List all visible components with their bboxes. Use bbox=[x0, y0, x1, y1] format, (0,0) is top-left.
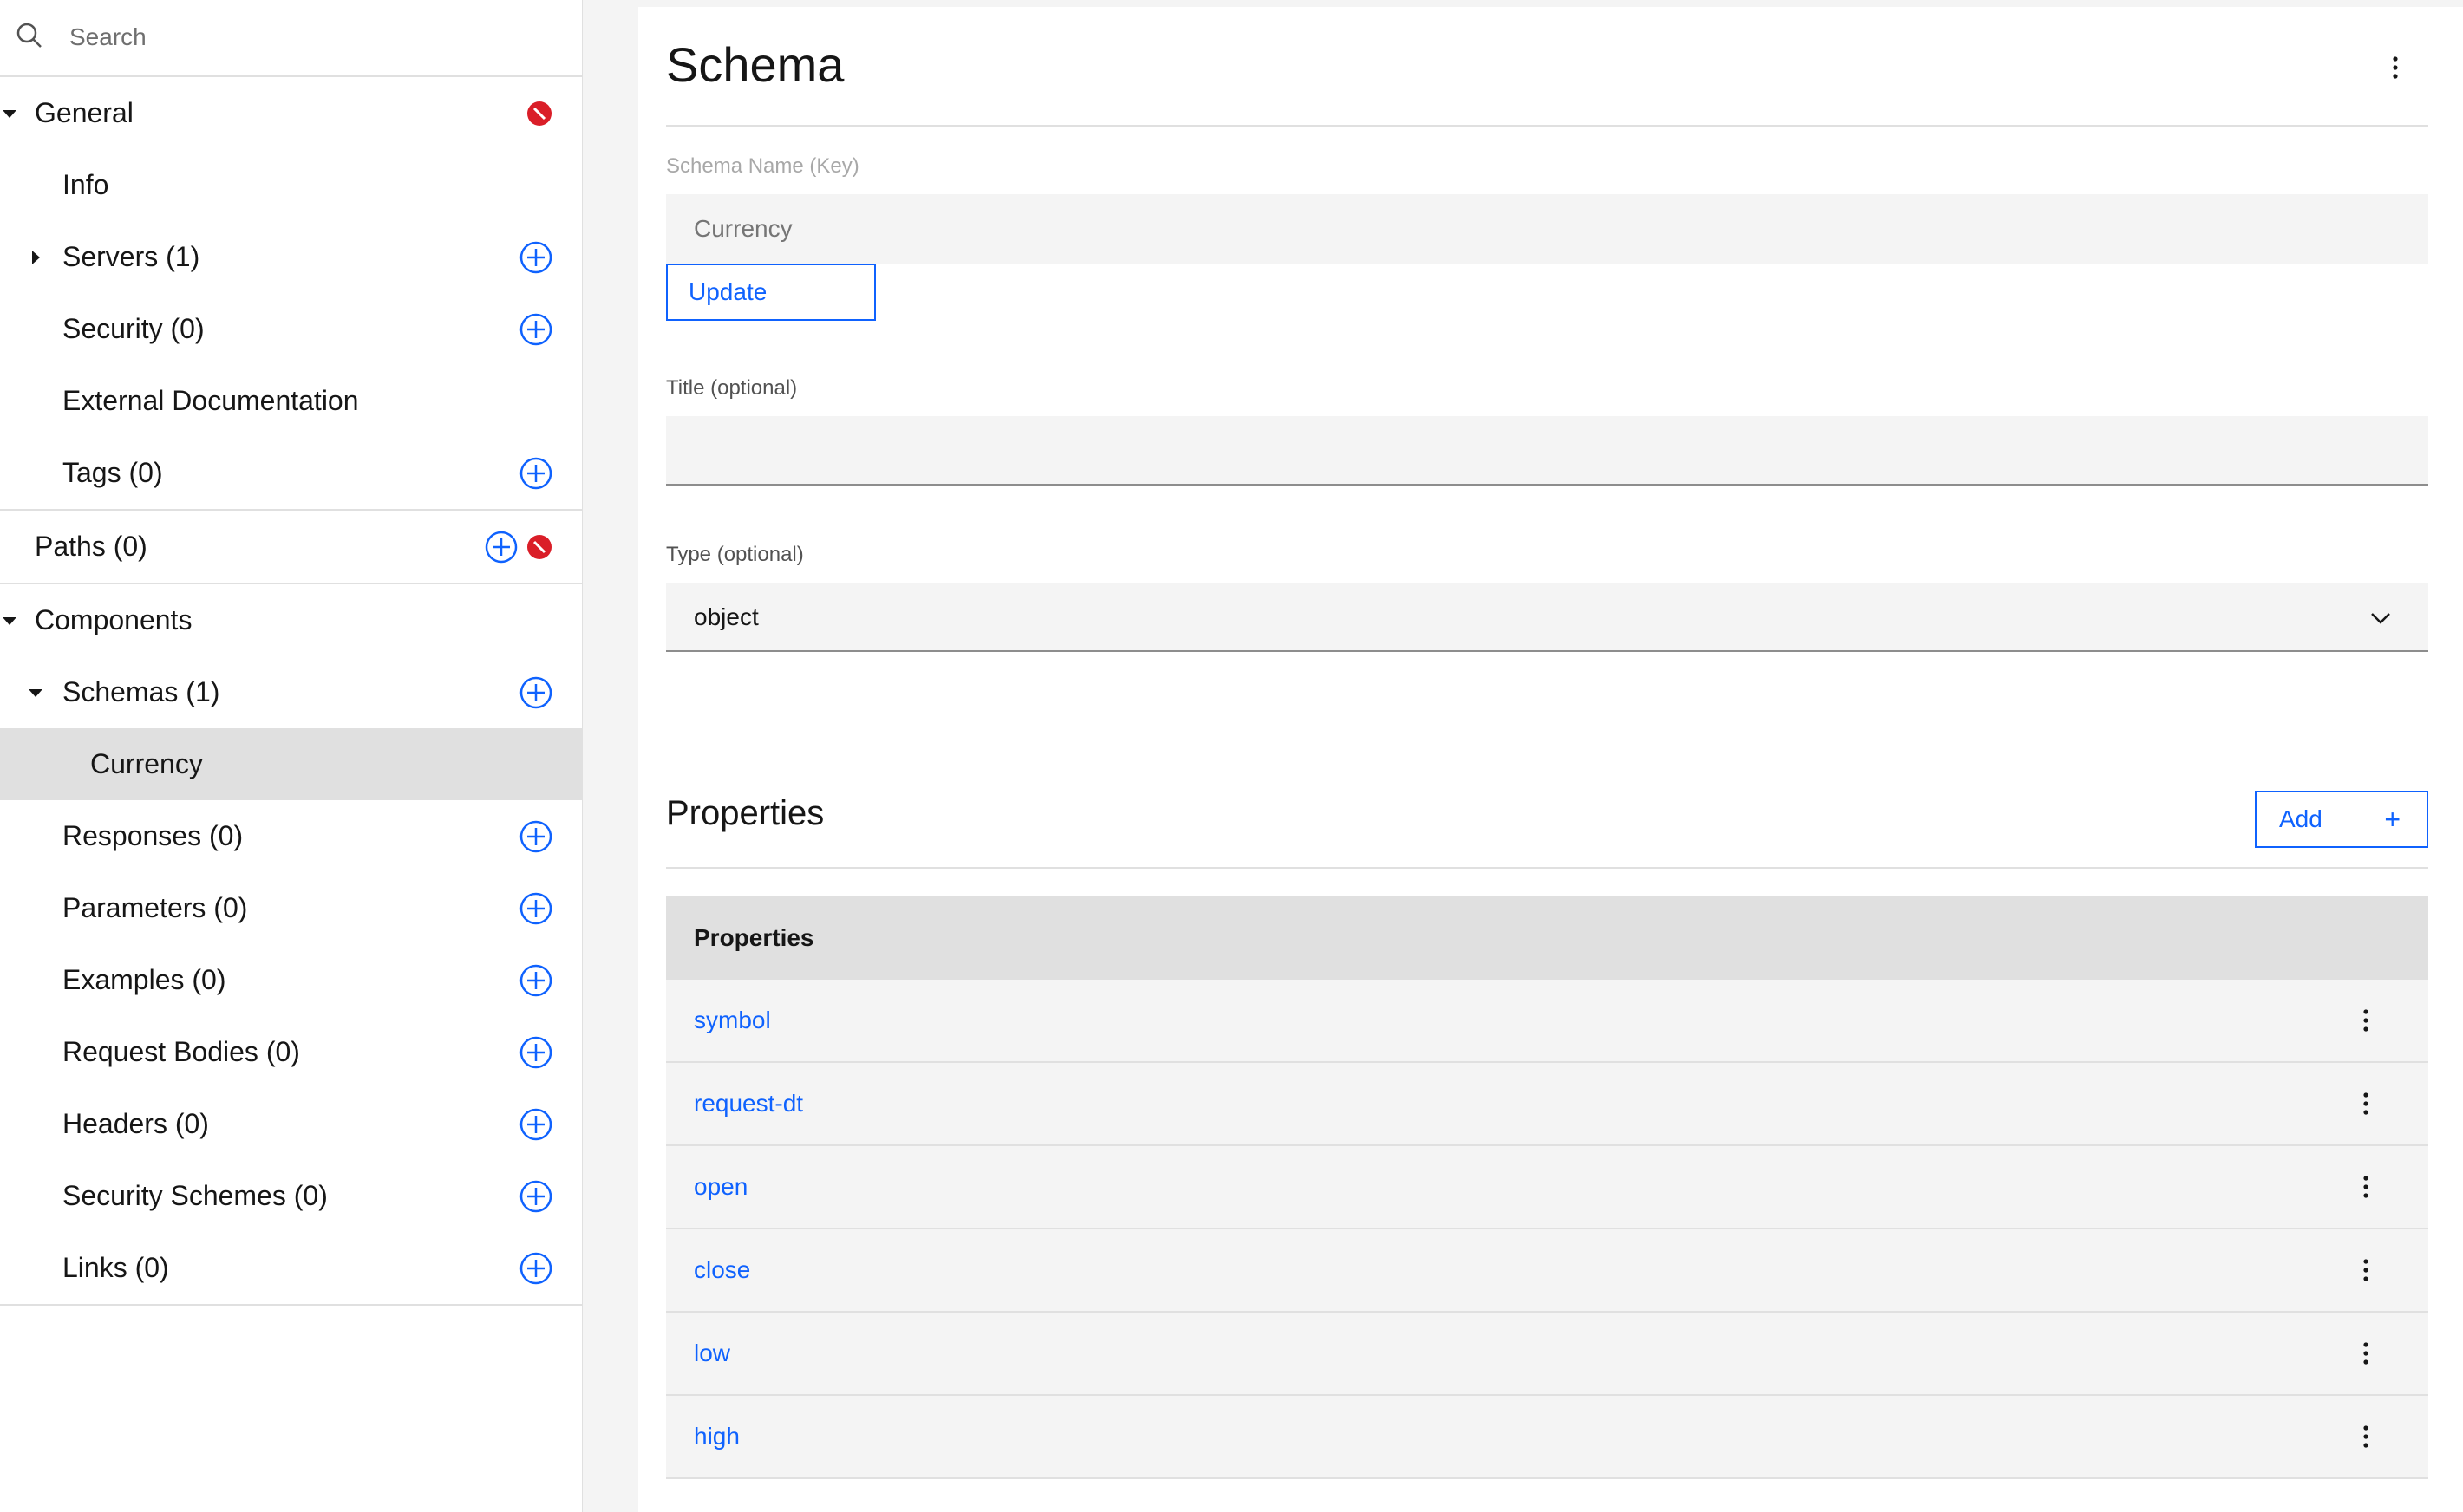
chevron-down-icon bbox=[2371, 613, 2390, 624]
add-link-icon[interactable] bbox=[519, 1252, 552, 1285]
caret-down-icon[interactable] bbox=[2, 613, 17, 629]
row-overflow-menu-icon[interactable] bbox=[2349, 1170, 2383, 1204]
property-link[interactable]: open bbox=[694, 1173, 748, 1201]
add-tag-icon[interactable] bbox=[519, 457, 552, 490]
tree-item-components[interactable]: Components bbox=[0, 584, 582, 656]
general-group: General Info Servers (1) Security (0) Ex… bbox=[0, 77, 582, 511]
property-link[interactable]: close bbox=[694, 1256, 750, 1284]
title-label: Title (optional) bbox=[666, 376, 798, 400]
caret-down-icon[interactable] bbox=[2, 106, 17, 121]
tree-item-servers[interactable]: Servers (1) bbox=[0, 221, 582, 293]
type-select[interactable]: object bbox=[666, 583, 2428, 652]
tree-item-label: Responses (0) bbox=[62, 820, 244, 851]
table-header: Properties bbox=[666, 896, 2428, 980]
main-panel: Schema Schema Name (Key) Update Title (o… bbox=[638, 7, 2463, 1512]
tree-item-security[interactable]: Security (0) bbox=[0, 293, 582, 365]
table-row: request-dt bbox=[666, 1063, 2428, 1146]
table-row: symbol bbox=[666, 980, 2428, 1063]
table-row: high bbox=[666, 1396, 2428, 1479]
property-link[interactable]: request-dt bbox=[694, 1090, 803, 1118]
section-divider bbox=[666, 867, 2428, 869]
row-overflow-menu-icon[interactable] bbox=[2349, 1003, 2383, 1038]
tree-item-label: Servers (1) bbox=[62, 241, 200, 272]
tree-item-label: Components bbox=[35, 604, 193, 635]
tree-item-general[interactable]: General bbox=[0, 77, 582, 149]
tree-item-label: Parameters (0) bbox=[62, 892, 248, 923]
properties-table: Properties symbol request-dt open close … bbox=[666, 896, 2428, 1479]
add-security-icon[interactable] bbox=[519, 313, 552, 346]
table-header-label: Properties bbox=[694, 924, 814, 951]
overflow-menu-icon[interactable] bbox=[2378, 50, 2413, 85]
tree-item-external-docs[interactable]: External Documentation bbox=[0, 365, 582, 437]
tree-item-paths[interactable]: Paths (0) bbox=[0, 511, 582, 583]
row-overflow-menu-icon[interactable] bbox=[2349, 1253, 2383, 1287]
add-property-label: Add bbox=[2279, 805, 2323, 832]
add-response-icon[interactable] bbox=[519, 820, 552, 853]
add-parameter-icon[interactable] bbox=[519, 892, 552, 925]
paths-group: Paths (0) bbox=[0, 511, 582, 584]
search-input[interactable] bbox=[68, 12, 557, 62]
row-overflow-menu-icon[interactable] bbox=[2349, 1419, 2383, 1454]
tree-item-label: Info bbox=[62, 169, 109, 200]
sidebar: General Info Servers (1) Security (0) Ex… bbox=[0, 0, 583, 1512]
add-path-icon[interactable] bbox=[485, 531, 518, 564]
error-icon bbox=[527, 101, 552, 126]
tree-item-label: General bbox=[35, 97, 134, 128]
add-property-button[interactable]: Add + bbox=[2255, 791, 2428, 848]
add-example-icon[interactable] bbox=[519, 964, 552, 997]
tree-item-label: Request Bodies (0) bbox=[62, 1036, 300, 1067]
error-icon bbox=[527, 534, 552, 559]
components-group: Components Schemas (1) Currency Response… bbox=[0, 584, 582, 1306]
tree-item-label: Security (0) bbox=[62, 313, 205, 344]
schema-editor: Schema Schema Name (Key) Update Title (o… bbox=[666, 7, 2428, 1479]
update-button[interactable]: Update bbox=[666, 264, 876, 321]
tree-item-label: Security Schemes (0) bbox=[62, 1180, 328, 1211]
add-security-scheme-icon[interactable] bbox=[519, 1180, 552, 1213]
tree-item-currency[interactable]: Currency bbox=[0, 728, 582, 800]
search-icon bbox=[16, 23, 42, 48]
tree-item-label: Schemas (1) bbox=[62, 676, 220, 707]
tree-item-parameters[interactable]: Parameters (0) bbox=[0, 872, 582, 944]
tree-item-security-schemes[interactable]: Security Schemes (0) bbox=[0, 1160, 582, 1232]
schema-name-label: Schema Name (Key) bbox=[666, 154, 859, 178]
add-request-body-icon[interactable] bbox=[519, 1036, 552, 1069]
page-title: Schema bbox=[666, 37, 845, 92]
tree-item-tags[interactable]: Tags (0) bbox=[0, 437, 582, 509]
tree-item-headers[interactable]: Headers (0) bbox=[0, 1088, 582, 1160]
table-row: close bbox=[666, 1229, 2428, 1313]
tree-item-label: Examples (0) bbox=[62, 964, 226, 995]
tree-item-label: Headers (0) bbox=[62, 1108, 209, 1139]
add-schema-icon[interactable] bbox=[519, 676, 552, 709]
page-header: Schema bbox=[666, 7, 2428, 127]
property-link[interactable]: high bbox=[694, 1423, 740, 1450]
tree-item-examples[interactable]: Examples (0) bbox=[0, 944, 582, 1016]
tree-item-label: External Documentation bbox=[62, 385, 359, 416]
tree-item-label: Currency bbox=[90, 748, 203, 779]
caret-right-icon[interactable] bbox=[28, 250, 43, 265]
tree-item-info[interactable]: Info bbox=[0, 149, 582, 221]
tree-item-schemas[interactable]: Schemas (1) bbox=[0, 656, 582, 728]
add-header-icon[interactable] bbox=[519, 1108, 552, 1141]
property-link[interactable]: symbol bbox=[694, 1007, 771, 1034]
add-server-icon[interactable] bbox=[519, 241, 552, 274]
property-link[interactable]: low bbox=[694, 1339, 730, 1367]
tree-item-request-bodies[interactable]: Request Bodies (0) bbox=[0, 1016, 582, 1088]
search-bar bbox=[0, 0, 582, 77]
tree-item-label: Links (0) bbox=[62, 1252, 169, 1283]
table-row: open bbox=[666, 1146, 2428, 1229]
tree-item-links[interactable]: Links (0) bbox=[0, 1232, 582, 1304]
tree-item-label: Paths (0) bbox=[35, 531, 147, 562]
caret-down-icon[interactable] bbox=[28, 685, 43, 701]
tree-item-label: Tags (0) bbox=[62, 457, 163, 488]
plus-icon: + bbox=[2384, 803, 2401, 835]
type-label: Type (optional) bbox=[666, 543, 804, 566]
type-select-value: object bbox=[694, 603, 759, 630]
properties-heading: Properties bbox=[666, 794, 825, 832]
row-overflow-menu-icon[interactable] bbox=[2349, 1086, 2383, 1121]
schema-name-input[interactable] bbox=[666, 194, 2428, 264]
row-overflow-menu-icon[interactable] bbox=[2349, 1336, 2383, 1371]
tree-item-responses[interactable]: Responses (0) bbox=[0, 800, 582, 872]
title-input[interactable] bbox=[666, 416, 2428, 486]
table-row: low bbox=[666, 1313, 2428, 1396]
